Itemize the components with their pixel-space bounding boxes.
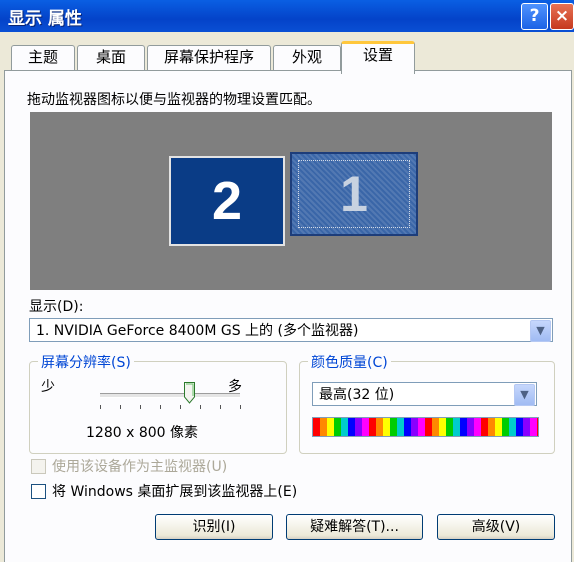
identify-button[interactable]: 识别(I) (155, 514, 273, 540)
monitor-1-icon[interactable]: 1 (290, 152, 418, 236)
primary-monitor-checkbox[interactable] (31, 459, 46, 474)
slider-tick (240, 405, 241, 409)
advanced-button[interactable]: 高级(V) (437, 514, 555, 540)
color-spectrum-bar (312, 417, 539, 437)
resolution-slider-track[interactable] (100, 393, 240, 398)
tab-settings[interactable]: 设置 (341, 41, 415, 74)
resolution-slider-thumb[interactable] (184, 382, 196, 404)
monitor-2-number: 2 (211, 171, 243, 231)
tab-themes[interactable]: 主题 (11, 45, 75, 70)
instruction-text: 拖动监视器图标以便与监视器的物理设置匹配。 (27, 92, 321, 108)
color-quality-group-title: 颜色质量(C) (308, 352, 391, 372)
primary-monitor-label: 使用该设备作为主监视器(U) (52, 459, 228, 475)
extend-desktop-checkbox[interactable] (31, 484, 46, 499)
extend-desktop-label: 将 Windows 桌面扩展到该监视器上(E) (52, 484, 298, 500)
help-button[interactable]: ? (521, 3, 548, 30)
slider-tick (140, 405, 141, 409)
color-quality-value: 最高(32 位) (319, 387, 395, 403)
display-select-value: 1. NVIDIA GeForce 8400M GS 上的 (多个监视器) (36, 323, 359, 339)
troubleshoot-button[interactable]: 疑难解答(T)... (286, 514, 423, 540)
resolution-slider-ticks (100, 405, 241, 409)
slider-tick (100, 405, 101, 409)
resolution-less-label: 少 (41, 379, 55, 395)
tab-appearance[interactable]: 外观 (273, 45, 341, 70)
slider-tick (220, 405, 221, 409)
tab-strip: 主题 桌面 屏幕保护程序 外观 设置 (0, 37, 574, 74)
resolution-value: 1280 x 800 像素 (86, 425, 198, 441)
resolution-group-title: 屏幕分辨率(S) (38, 352, 134, 372)
close-button[interactable]: × (550, 3, 574, 30)
slider-tick (180, 405, 181, 409)
slider-tick (120, 405, 121, 409)
title-bar: 显示 属性 ? × (0, 0, 574, 32)
monitor-1-focus-rect (298, 160, 410, 228)
color-quality-group (299, 361, 555, 454)
monitor-arrangement-area[interactable]: 2 1 (30, 112, 552, 290)
chevron-down-icon[interactable]: ▼ (530, 320, 551, 342)
chevron-down-icon[interactable]: ▼ (514, 384, 535, 406)
tab-screensaver[interactable]: 屏幕保护程序 (147, 45, 271, 70)
display-select[interactable]: 1. NVIDIA GeForce 8400M GS 上的 (多个监视器) ▼ (29, 318, 553, 342)
tab-desktop[interactable]: 桌面 (77, 45, 145, 70)
monitor-2-icon[interactable]: 2 (169, 156, 285, 246)
display-label: 显示(D): (29, 299, 84, 315)
slider-tick (200, 405, 201, 409)
window-title: 显示 属性 (8, 9, 82, 29)
slider-tick (160, 405, 161, 409)
color-quality-select[interactable]: 最高(32 位) ▼ (312, 382, 537, 406)
